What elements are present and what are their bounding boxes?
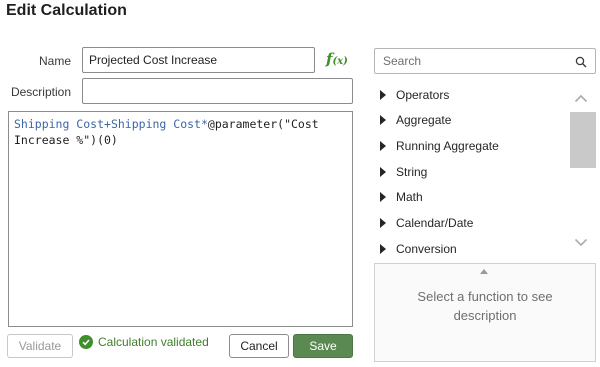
caret-right-icon: [380, 115, 386, 125]
function-category-label: Math: [396, 190, 423, 204]
expression-field-token: Shipping Cost: [110, 117, 201, 131]
cancel-button[interactable]: Cancel: [229, 334, 289, 358]
function-description-hint: Select a function to see description: [417, 289, 553, 323]
search-icon[interactable]: [575, 55, 587, 73]
caret-right-icon: [380, 90, 386, 100]
expression-field-token: Shipping Cost: [14, 117, 105, 131]
dialog-title: Edit Calculation: [6, 2, 127, 19]
validation-status-text: Calculation validated: [98, 335, 209, 349]
function-icon[interactable]: f(x): [326, 50, 348, 68]
checkmark-icon: [79, 335, 93, 349]
caret-right-icon: [380, 192, 386, 202]
function-category-math[interactable]: Math: [380, 190, 423, 204]
expression-operator: +: [104, 117, 111, 131]
name-input[interactable]: Projected Cost Increase: [82, 47, 315, 73]
caret-right-icon: [380, 167, 386, 177]
function-icon-x: (x): [332, 56, 348, 67]
function-category-label: String: [396, 165, 428, 179]
name-label: Name: [38, 54, 71, 68]
scrollbar-thumb[interactable]: [570, 112, 596, 168]
function-category-aggregate[interactable]: Aggregate: [380, 113, 451, 127]
description-label: Description: [10, 85, 71, 99]
chevron-up-icon[interactable]: [574, 90, 588, 108]
caret-right-icon: [380, 218, 386, 228]
validation-status: Calculation validated: [79, 335, 209, 349]
save-button[interactable]: Save: [293, 334, 353, 358]
function-search-input[interactable]: Search: [374, 48, 596, 74]
function-category-label: Running Aggregate: [396, 139, 499, 153]
expression-editor[interactable]: Shipping Cost+Shipping Cost*@parameter("…: [8, 111, 353, 327]
function-category-label: Operators: [396, 88, 450, 102]
function-category-label: Aggregate: [396, 113, 452, 127]
function-category-calendar-date[interactable]: Calendar/Date: [380, 216, 473, 230]
description-input[interactable]: [82, 78, 353, 104]
function-category-list: Operators Aggregate Running Aggregate St…: [374, 84, 596, 254]
expression-operator: *: [200, 117, 208, 131]
caret-right-icon: [380, 244, 386, 254]
caret-up-icon: [480, 269, 488, 274]
function-category-conversion[interactable]: Conversion: [380, 242, 457, 254]
validate-button[interactable]: Validate: [7, 334, 73, 358]
caret-right-icon: [380, 141, 386, 151]
function-category-label: Conversion: [396, 242, 457, 254]
chevron-down-icon[interactable]: [574, 234, 588, 252]
function-category-operators[interactable]: Operators: [380, 88, 449, 102]
function-category-running-aggregate[interactable]: Running Aggregate: [380, 139, 499, 153]
function-category-label: Calendar/Date: [396, 216, 474, 230]
function-category-string[interactable]: String: [380, 165, 427, 179]
